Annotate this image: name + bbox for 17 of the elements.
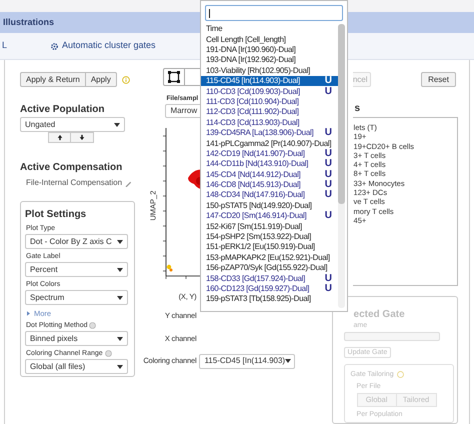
u-label: U bbox=[324, 180, 332, 190]
u-label: U bbox=[324, 170, 332, 180]
section-heading: s bbox=[354, 103, 360, 115]
section-heading: Active Population bbox=[20, 104, 104, 116]
u-label: U bbox=[324, 211, 332, 222]
u-label: U bbox=[324, 76, 332, 86]
u-label: U bbox=[324, 284, 332, 294]
section-heading: Active Compensation bbox=[20, 162, 122, 174]
u-label: U bbox=[324, 148, 332, 159]
u-label: U bbox=[324, 159, 332, 170]
panel-title: Plot Settings bbox=[25, 209, 86, 221]
panel-title: ected Gate bbox=[354, 309, 405, 322]
u-label: U bbox=[324, 86, 332, 97]
u-label: U bbox=[324, 274, 332, 284]
compensation-name: File-Internal Compensation bbox=[26, 177, 122, 189]
u-label: U bbox=[324, 190, 332, 200]
u-label: U bbox=[324, 128, 332, 138]
